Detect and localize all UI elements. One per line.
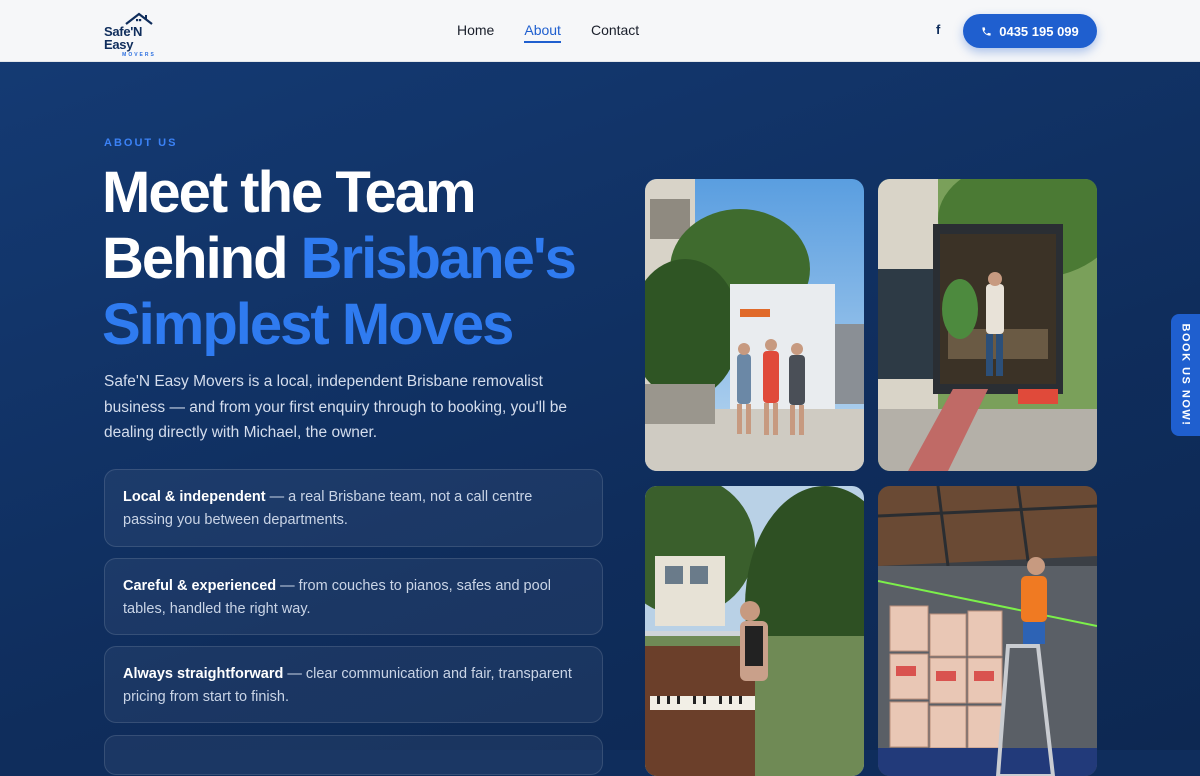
feature-card-careful: Careful & experienced — from couches to … xyxy=(104,558,603,635)
page-title: Meet the Team Behind Brisbane's Simplest… xyxy=(102,160,622,358)
brand-tagline: MOVERS xyxy=(122,52,156,58)
nav-home[interactable]: Home xyxy=(457,22,494,43)
brand-logo[interactable]: Safe'N Easy MOVERS xyxy=(104,12,174,58)
feature-card-local: Local & independent — a real Brisbane te… xyxy=(104,469,603,547)
feature-title: Always straightforward xyxy=(123,666,284,682)
call-phone-button[interactable]: 0435 195 099 xyxy=(963,14,1097,48)
site-header: Safe'N Easy MOVERS Home About Contact f … xyxy=(0,0,1200,62)
title-line-2: Behind xyxy=(102,226,301,291)
phone-number: 0435 195 099 xyxy=(999,23,1079,39)
book-us-now-label: BOOK US NOW! xyxy=(1179,323,1192,427)
main-nav: Home About Contact xyxy=(457,22,639,43)
intro-paragraph: Safe'N Easy Movers is a local, independe… xyxy=(104,373,568,441)
feature-title: Local & independent xyxy=(123,489,266,505)
phone-icon xyxy=(982,26,991,36)
nav-about[interactable]: About xyxy=(524,22,561,43)
book-us-now-tab[interactable]: BOOK US NOW! xyxy=(1171,314,1200,436)
nav-contact[interactable]: Contact xyxy=(591,22,639,43)
section-eyebrow: ABOUT US xyxy=(104,137,178,149)
truck-loading-photo xyxy=(878,486,1097,776)
feature-card-straightforward: Always straightforward — clear communica… xyxy=(104,646,603,723)
truck-ramp-photo xyxy=(878,179,1097,471)
feature-card-partial xyxy=(104,735,603,775)
house-logo-icon xyxy=(125,12,153,25)
feature-title: Careful & experienced xyxy=(123,578,277,594)
title-line-1: Meet the Team xyxy=(102,160,477,225)
brand-name: Safe'N Easy xyxy=(104,24,143,52)
title-highlight-2: Simplest Moves xyxy=(102,292,514,357)
piano-mover-photo xyxy=(645,486,864,776)
team-truck-photo xyxy=(645,179,864,471)
title-highlight-1: Brisbane's xyxy=(300,226,577,291)
facebook-icon[interactable]: f xyxy=(936,22,940,37)
